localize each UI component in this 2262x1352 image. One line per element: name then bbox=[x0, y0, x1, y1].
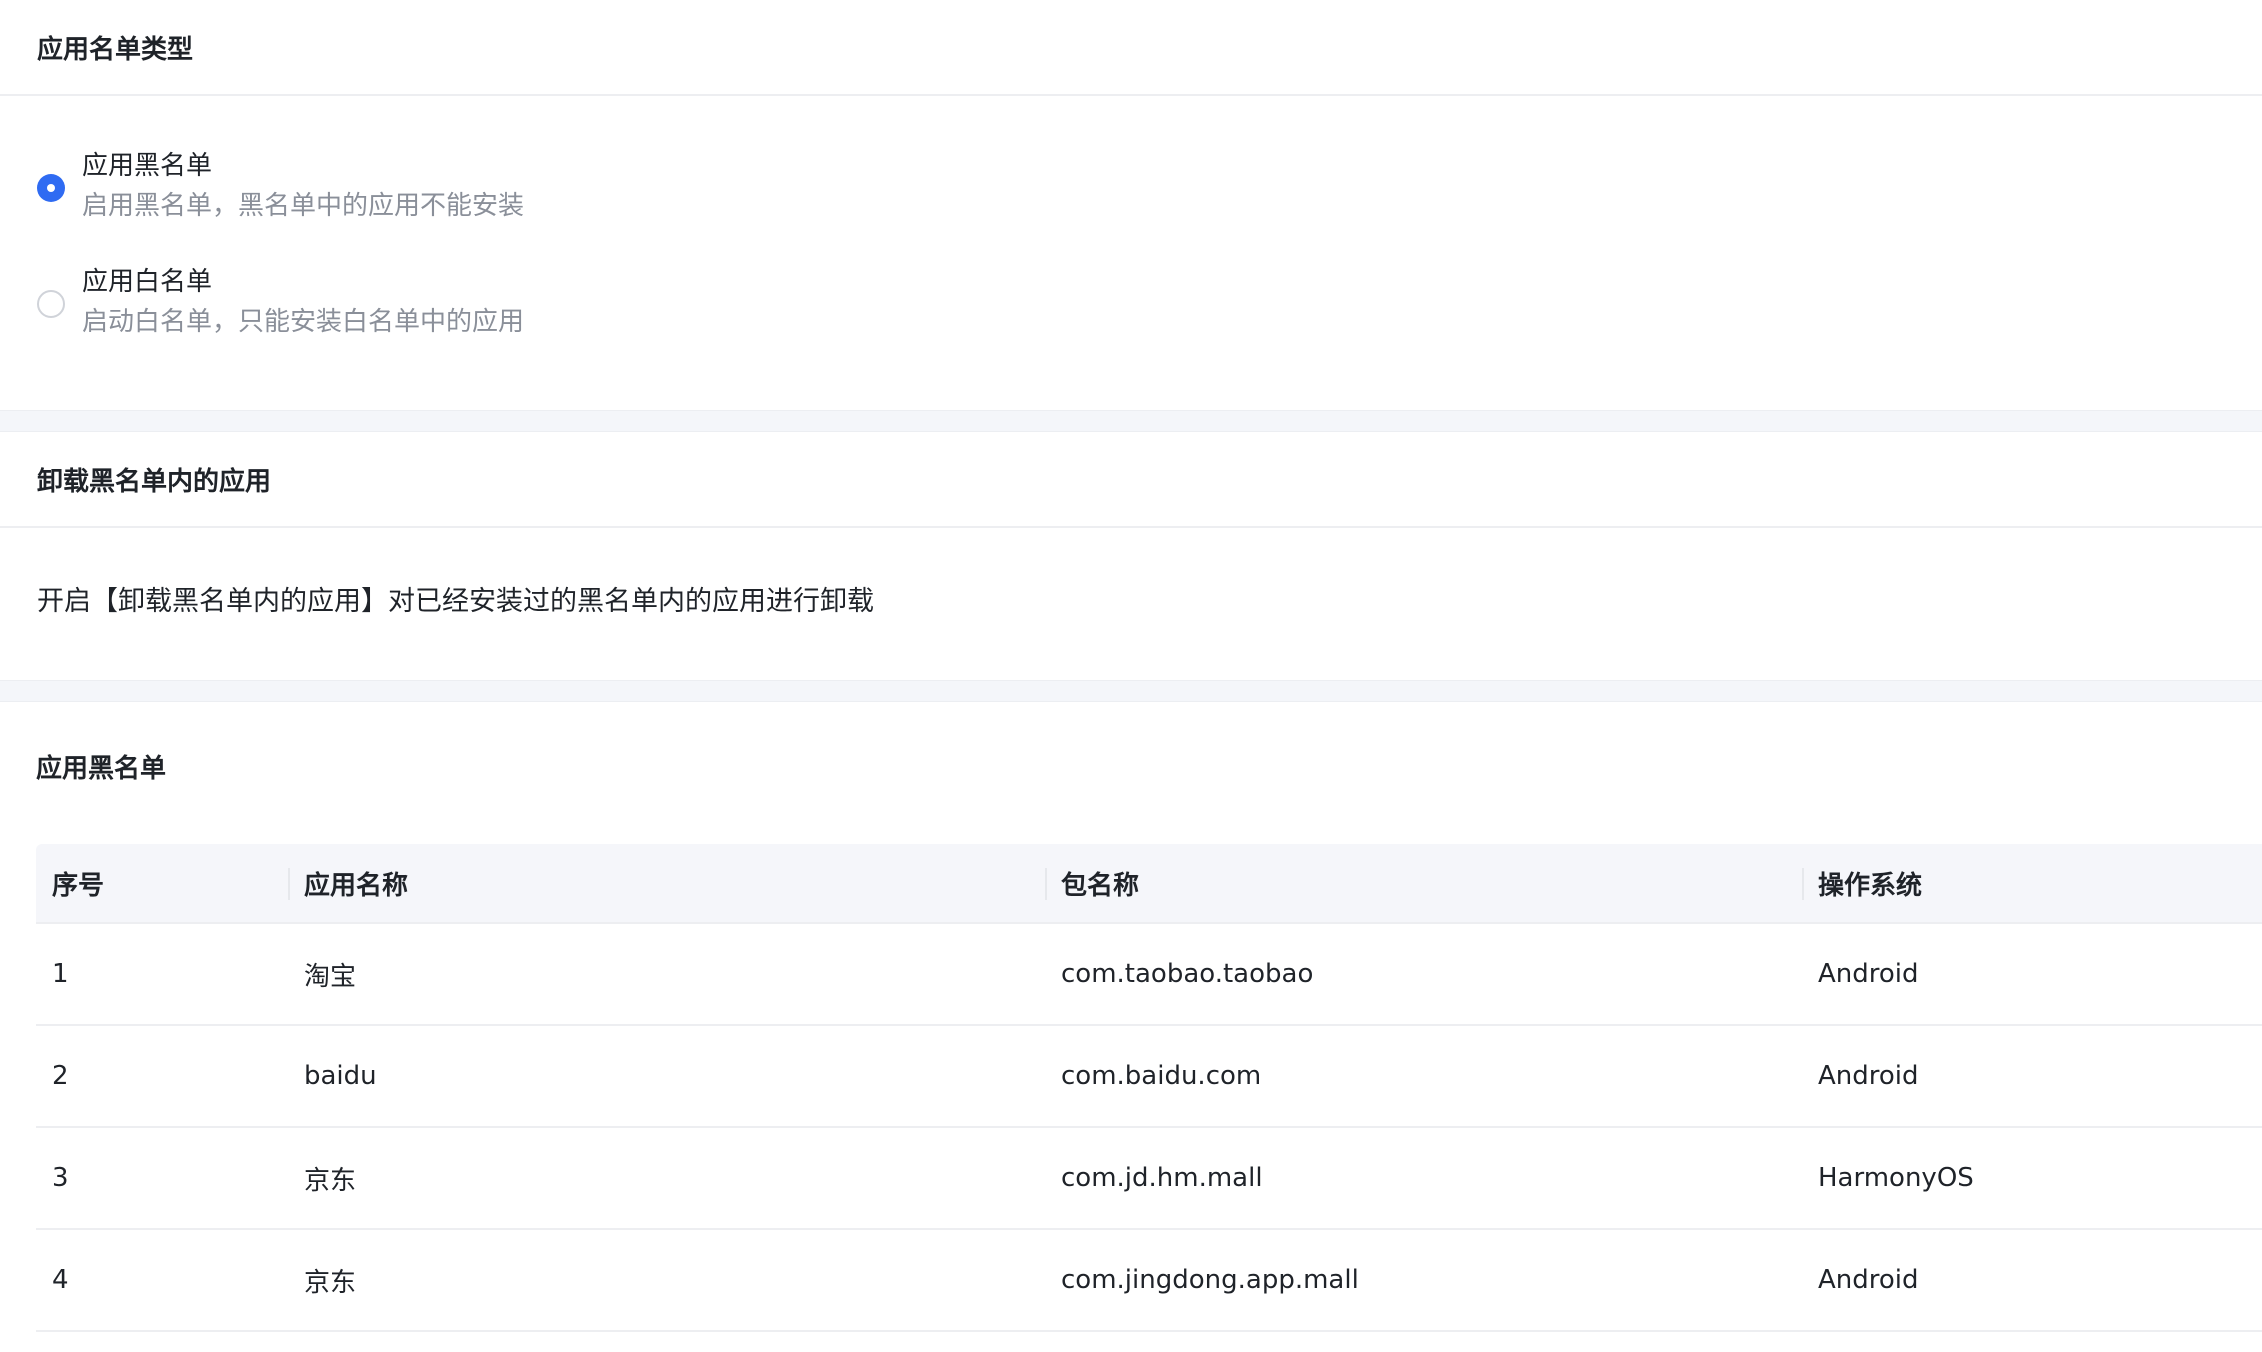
cell-index: 2 bbox=[52, 1061, 69, 1091]
radio-option-blacklist[interactable]: 应用黑名单 启用黑名单，黑名单中的应用不能安装 bbox=[0, 146, 2262, 226]
cell-package-name: com.jd.hm.mall bbox=[1061, 1163, 1263, 1193]
cell-package-name: com.jingdong.app.mall bbox=[1061, 1265, 1359, 1295]
cell-index: 1 bbox=[52, 959, 69, 989]
cell-os: Android bbox=[1818, 1061, 1919, 1091]
radio-checked-icon[interactable] bbox=[37, 174, 65, 202]
radio-option-desc: 启动白名单，只能安装白名单中的应用 bbox=[82, 307, 525, 337]
column-header-app-name: 应用名称 bbox=[288, 844, 1045, 922]
radio-option-title: 应用黑名单 bbox=[82, 151, 213, 181]
blacklist-title: 应用黑名单 bbox=[36, 753, 167, 784]
blacklist-card: 应用黑名单 序号 应用名称 包名称 操作系统 1 淘宝 com.taobao.t… bbox=[0, 702, 2262, 1352]
cell-os: Android bbox=[1818, 959, 1919, 989]
cell-index: 4 bbox=[52, 1265, 69, 1295]
cell-app-name: 京东 bbox=[304, 1165, 357, 1196]
radio-option-title: 应用白名单 bbox=[82, 267, 213, 297]
list-type-radio-group: 应用黑名单 启用黑名单，黑名单中的应用不能安装 应用白名单 启动白名单，只能安装… bbox=[0, 96, 2262, 342]
column-header-os: 操作系统 bbox=[1802, 844, 2262, 922]
list-type-card: 应用名单类型 应用黑名单 启用黑名单，黑名单中的应用不能安装 应用白名单 启动白… bbox=[0, 0, 2262, 410]
radio-option-desc: 启用黑名单，黑名单中的应用不能安装 bbox=[82, 191, 525, 221]
cell-app-name: 淘宝 bbox=[304, 961, 357, 992]
cell-app-name: 京东 bbox=[304, 1267, 357, 1298]
radio-option-whitelist[interactable]: 应用白名单 启动白名单，只能安装白名单中的应用 bbox=[0, 262, 2262, 342]
table-row[interactable]: 3 京东 com.jd.hm.mall HarmonyOS bbox=[36, 1128, 2262, 1230]
column-header-index: 序号 bbox=[52, 870, 105, 901]
table-row[interactable]: 1 淘宝 com.taobao.taobao Android bbox=[36, 924, 2262, 1026]
radio-unchecked-icon[interactable] bbox=[37, 290, 65, 318]
cell-index: 3 bbox=[52, 1163, 69, 1193]
cell-os: Android bbox=[1818, 1265, 1919, 1295]
cell-package-name: com.baidu.com bbox=[1061, 1061, 1262, 1091]
list-type-title: 应用名单类型 bbox=[0, 0, 2262, 96]
uninstall-description: 开启【卸载黑名单内的应用】对已经安装过的黑名单内的应用进行卸载 bbox=[37, 585, 874, 617]
column-header-package-name: 包名称 bbox=[1045, 844, 1802, 922]
table-row[interactable]: 2 baidu com.baidu.com Android bbox=[36, 1026, 2262, 1128]
uninstall-title: 卸载黑名单内的应用 bbox=[0, 432, 2262, 528]
cell-package-name: com.taobao.taobao bbox=[1061, 959, 1314, 989]
table-header: 序号 应用名称 包名称 操作系统 bbox=[36, 844, 2262, 924]
cell-app-name: baidu bbox=[304, 1061, 377, 1091]
section-divider bbox=[0, 680, 2262, 702]
cell-os: HarmonyOS bbox=[1818, 1163, 1974, 1193]
table-row[interactable]: 4 京东 com.jingdong.app.mall Android bbox=[36, 1230, 2262, 1332]
uninstall-card: 卸载黑名单内的应用 开启【卸载黑名单内的应用】对已经安装过的黑名单内的应用进行卸… bbox=[0, 432, 2262, 680]
section-divider bbox=[0, 410, 2262, 432]
blacklist-table: 序号 应用名称 包名称 操作系统 1 淘宝 com.taobao.taobao … bbox=[36, 844, 2262, 1332]
